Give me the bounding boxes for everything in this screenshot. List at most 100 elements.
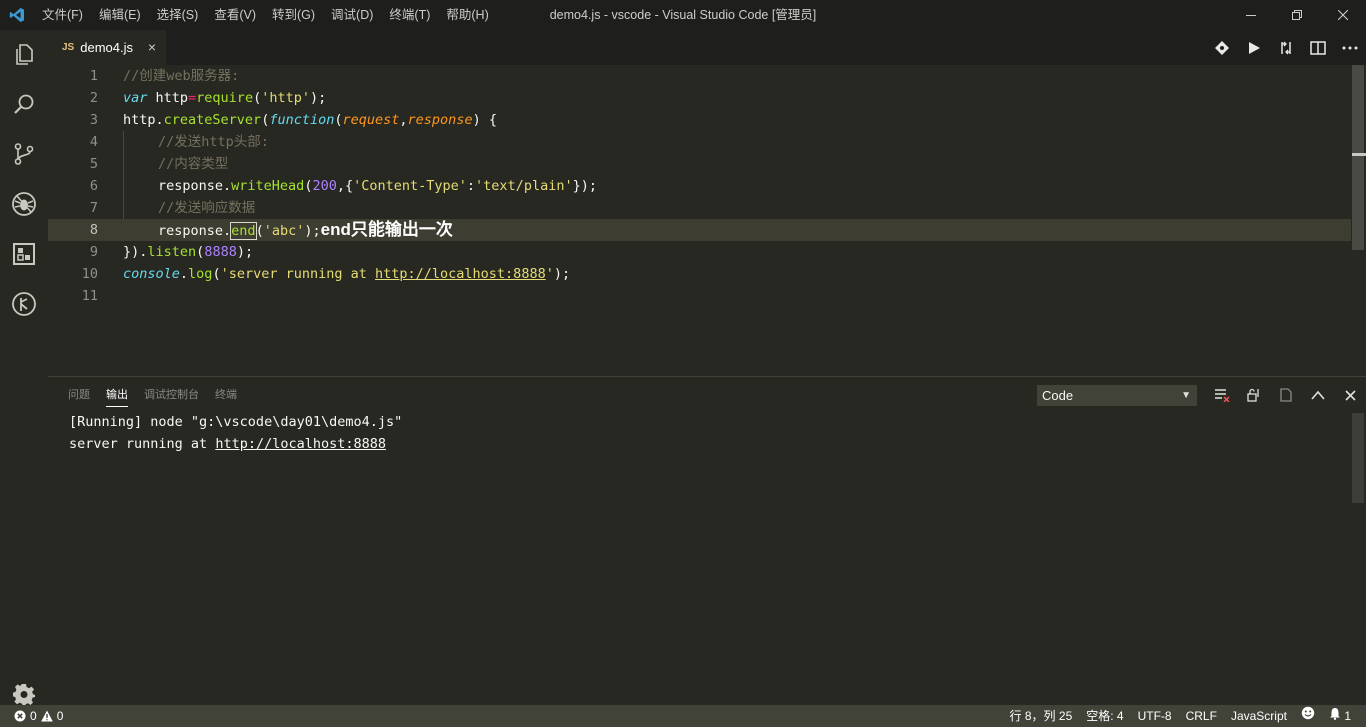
menu-go[interactable]: 转到(G): [264, 0, 323, 30]
punctuation: }).: [123, 244, 148, 260]
menu-help[interactable]: 帮助(H): [438, 0, 496, 30]
comment: //发送响应数据: [158, 200, 256, 216]
tab-close-icon[interactable]: ×: [148, 39, 156, 55]
compare-icon: [1281, 41, 1291, 54]
debug-icon: [12, 192, 36, 216]
punctuation: ,{: [336, 178, 354, 194]
menu-bar: 文件(F) 编辑(E) 选择(S) 查看(V) 转到(G) 调试(D) 终端(T…: [34, 0, 497, 30]
error-icon: [14, 710, 26, 722]
problems-status[interactable]: 0 0: [14, 705, 63, 727]
keyword: function: [269, 112, 335, 128]
minimize-button[interactable]: [1228, 0, 1274, 30]
output-line: [Running] node "g:\vscode\day01\demo4.js…: [69, 414, 403, 430]
debug-button[interactable]: [0, 180, 48, 228]
remote-button[interactable]: [0, 280, 48, 328]
compare-button[interactable]: [1270, 30, 1302, 65]
warning-icon: [40, 710, 53, 722]
menu-edit[interactable]: 编辑(E): [91, 0, 149, 30]
panel-scrollbar[interactable]: [1352, 413, 1364, 503]
close-window-button[interactable]: [1320, 0, 1366, 30]
maximize-panel-button[interactable]: [1302, 377, 1334, 413]
menu-file[interactable]: 文件(F): [34, 0, 91, 30]
title-bar: 文件(F) 编辑(E) 选择(S) 查看(V) 转到(G) 调试(D) 终端(T…: [0, 0, 1366, 30]
output-channel-select[interactable]: Code ▼: [1037, 385, 1197, 406]
code-line-9: 9 }).listen(8888);: [48, 241, 1351, 263]
git-lens-button[interactable]: [1206, 30, 1238, 65]
editor-scroll-cursor-marker: [1352, 153, 1366, 156]
split-editor-button[interactable]: [1302, 30, 1334, 65]
language-mode[interactable]: JavaScript: [1224, 705, 1294, 727]
lock-scroll-icon: [1247, 388, 1259, 402]
search-icon: [14, 94, 34, 114]
tab-terminal[interactable]: 终端: [207, 377, 245, 413]
string: 'text/plain': [475, 178, 573, 194]
string-link[interactable]: http://localhost:8888: [375, 266, 546, 282]
close-icon: [1338, 10, 1348, 20]
close-panel-button[interactable]: [1334, 377, 1366, 413]
panel-tabs: 问题 输出 调试控制台 终端: [60, 377, 245, 413]
explorer-icon: [16, 44, 33, 65]
extensions-button[interactable]: [0, 230, 48, 278]
punctuation: (: [212, 266, 221, 282]
search-button[interactable]: [0, 80, 48, 128]
clear-output-button[interactable]: [1206, 377, 1238, 413]
menu-terminal[interactable]: 终端(T): [381, 0, 438, 30]
lock-scroll-button[interactable]: [1238, 377, 1270, 413]
annotation-text: end只能输出一次: [320, 220, 453, 239]
vscode-logo-icon: [0, 0, 34, 30]
parameter: response: [407, 112, 473, 128]
tab-problems[interactable]: 问题: [60, 377, 98, 413]
editor-scrollbar[interactable]: [1352, 65, 1364, 250]
method-name: listen: [147, 244, 197, 260]
more-actions-button[interactable]: [1334, 30, 1366, 65]
run-icon: [1249, 41, 1260, 54]
punctuation: );: [304, 223, 321, 239]
punctuation: (: [334, 112, 343, 128]
number: 8888: [204, 244, 237, 260]
tab-label: demo4.js: [80, 40, 133, 55]
comment: //发送http头部:: [158, 134, 269, 150]
settings-gear-icon: [13, 684, 35, 705]
encoding[interactable]: UTF-8: [1131, 705, 1179, 727]
punctuation: );: [553, 266, 571, 282]
line-number: 5: [89, 156, 98, 172]
line-number: 10: [81, 266, 98, 282]
notifications-button[interactable]: 1: [1322, 705, 1358, 727]
tab-demo4-js[interactable]: JS demo4.js ×: [48, 30, 166, 65]
punctuation: :: [466, 178, 476, 194]
comment: //创建web服务器:: [123, 68, 240, 84]
line-ending[interactable]: CRLF: [1179, 705, 1224, 727]
source-control-button[interactable]: [0, 130, 48, 178]
notification-count: 1: [1344, 709, 1351, 723]
punctuation: ,: [399, 112, 408, 128]
line-number: 8: [89, 222, 98, 238]
status-bar: 0 0 行 8，列 25 空格: 4 UTF-8 CRLF JavaScript…: [0, 705, 1366, 727]
remote-icon: [12, 292, 36, 316]
line-number: 9: [89, 244, 98, 260]
punctuation: (: [253, 90, 262, 106]
identifier: response: [158, 223, 224, 239]
feedback-button[interactable]: [1294, 705, 1322, 727]
explorer-button[interactable]: [0, 30, 48, 78]
line-number: 1: [89, 68, 98, 84]
indentation[interactable]: 空格: 4: [1079, 705, 1130, 727]
line-number: 7: [89, 200, 98, 216]
cursor-position[interactable]: 行 8，列 25: [1003, 705, 1080, 727]
code-editor[interactable]: 1 //创建web服务器: 2 var http=require('http')…: [48, 65, 1366, 376]
punctuation: ) {: [472, 112, 497, 128]
tab-output[interactable]: 输出: [98, 377, 136, 413]
js-file-icon: JS: [62, 42, 75, 53]
code-line-2: 2 var http=require('http');: [48, 87, 1351, 109]
restore-button[interactable]: [1274, 0, 1320, 30]
code-line-4: 4 //发送http头部:: [48, 131, 1351, 153]
identifier: http.: [123, 112, 164, 128]
run-button[interactable]: [1238, 30, 1270, 65]
editor-tab-bar: JS demo4.js ×: [48, 30, 1366, 65]
menu-debug[interactable]: 调试(D): [323, 0, 381, 30]
tab-debug-console[interactable]: 调试控制台: [136, 377, 207, 413]
open-log-button[interactable]: [1270, 377, 1302, 413]
output-link[interactable]: http://localhost:8888: [215, 436, 386, 452]
menu-view[interactable]: 查看(V): [206, 0, 264, 30]
menu-selection[interactable]: 选择(S): [149, 0, 207, 30]
identifier-console: console: [123, 266, 180, 282]
